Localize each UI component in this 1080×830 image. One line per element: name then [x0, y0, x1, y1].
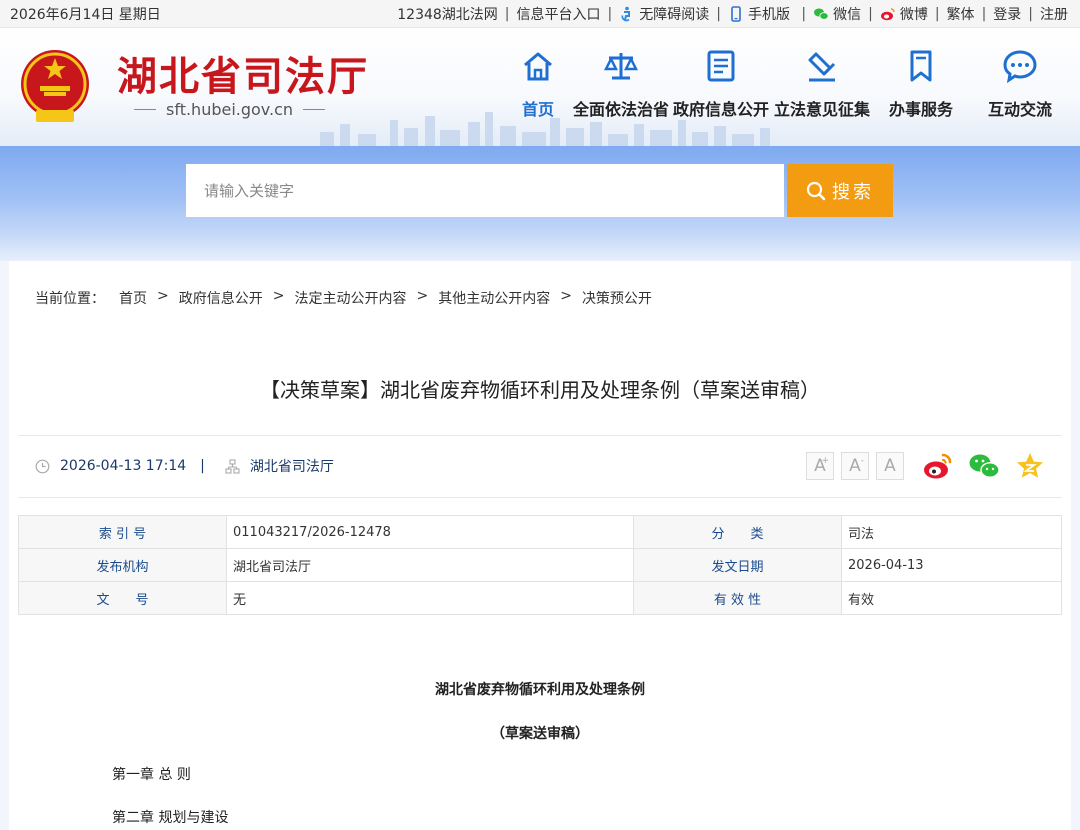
nav-legislation[interactable]: 立法意见征集 [772, 48, 872, 120]
utility-links: 12348湖北法网 | 信息平台入口 | 无障碍阅读 | 手机版 | 微信 | … [397, 4, 1068, 24]
table-row: 文 号 无 有 效 性 有效 [18, 581, 1062, 615]
site-header: 湖北省司法厅 sft.hubei.gov.cn 首页 全面依法治省 政府信息公开… [0, 28, 1080, 146]
current-date: 2026年6月14日 星期日 [10, 6, 161, 23]
home-icon [524, 52, 552, 81]
search-button[interactable]: 搜索 [787, 164, 893, 217]
link-info-platform[interactable]: 信息平台入口 [517, 4, 601, 24]
table-row: 发布机构 湖北省司法厅 发文日期 2026-04-13 [18, 548, 1062, 582]
main-nav: 首页 全面依法治省 政府信息公开 立法意见征集 办事服务 互动交流 [504, 48, 1070, 120]
nav-services[interactable]: 办事服务 [872, 48, 970, 120]
breadcrumb-item[interactable]: 首页 [119, 288, 147, 308]
clock-icon [35, 459, 50, 473]
link-login[interactable]: 登录 [993, 4, 1021, 24]
breadcrumb-label: 当前位置： [35, 291, 105, 307]
scales-icon [603, 53, 639, 80]
document-info-table: 索 引 号 011043217/2026-12478 分 类 司法 发布机构 湖… [18, 515, 1062, 615]
article-source: 湖北省司法厅 [249, 459, 334, 475]
breadcrumb: 当前位置： 首页 > 政府信息公开 > 法定主动公开内容 > 其他主动公开内容 > 决策… [35, 288, 652, 308]
accessibility-icon [621, 6, 631, 21]
search-icon [806, 181, 826, 200]
nav-rule-of-law[interactable]: 全面依法治省 [572, 48, 670, 120]
favorite-star-icon[interactable] [1014, 450, 1046, 482]
content-card: 当前位置： 首页 > 政府信息公开 > 法定主动公开内容 > 其他主动公开内容 > 决策… [9, 261, 1071, 830]
chapter-item: 第一章 总 则 [112, 767, 191, 783]
table-row: 索 引 号 011043217/2026-12478 分 类 司法 [18, 515, 1062, 549]
link-traditional-chinese[interactable]: 繁体 [947, 4, 975, 24]
wechat-icon[interactable] [968, 450, 1000, 482]
search-input[interactable] [186, 164, 784, 217]
document-icon [707, 50, 735, 82]
weibo-icon [880, 7, 895, 20]
breadcrumb-item[interactable]: 其他主动公开内容 [438, 288, 550, 308]
link-register[interactable]: 注册 [1040, 4, 1068, 24]
link-accessibility[interactable]: 无障碍阅读 [619, 4, 709, 24]
bookmark-icon [910, 50, 932, 82]
weibo-icon[interactable] [922, 450, 954, 482]
link-weibo[interactable]: 微博 [880, 4, 928, 24]
divider [18, 435, 1062, 436]
site-title[interactable]: 湖北省司法厅 [117, 44, 369, 102]
chat-icon [1003, 50, 1037, 84]
publish-datetime: 2026-04-13 17:14 [60, 458, 187, 474]
organization-icon [225, 458, 240, 474]
nav-gov-info[interactable]: 政府信息公开 [670, 48, 772, 120]
font-reset-button[interactable]: A [876, 452, 904, 480]
breadcrumb-item[interactable]: 政府信息公开 [179, 288, 263, 308]
breadcrumb-item[interactable]: 法定主动公开内容 [294, 288, 406, 308]
article-title: 【决策草案】湖北省废弃物循环利用及处理条例（草案送审稿） [260, 378, 820, 402]
link-wechat[interactable]: 微信 [813, 4, 861, 24]
site-domain: sft.hubei.gov.cn [134, 100, 326, 119]
link-mobile[interactable]: 手机版 [728, 4, 790, 24]
chapter-item: 第二章 规划与建设 [112, 810, 229, 826]
share-buttons [922, 450, 1046, 482]
wechat-icon [814, 8, 829, 20]
font-decrease-button[interactable]: A- [841, 452, 869, 480]
divider [18, 497, 1062, 498]
body-heading: 湖北省废弃物循环利用及处理条例 [435, 682, 645, 698]
breadcrumb-item[interactable]: 决策预公开 [582, 288, 652, 308]
mobile-icon [731, 5, 741, 22]
top-utility-bar: 2026年6月14日 星期日 12348湖北法网 | 信息平台入口 | 无障碍阅… [0, 0, 1080, 28]
search-band: 搜索 [0, 146, 1080, 261]
gavel-icon [808, 52, 836, 82]
article-meta: 2026-04-13 17:14 | 湖北省司法厅 [35, 456, 334, 476]
font-size-controls: A + A- A [806, 452, 904, 480]
font-increase-button[interactable]: A + [806, 452, 834, 480]
nav-home[interactable]: 首页 [504, 48, 572, 120]
link-12348[interactable]: 12348湖北法网 [397, 4, 498, 24]
national-emblem-logo [21, 50, 89, 122]
nav-interaction[interactable]: 互动交流 [970, 48, 1070, 120]
body-subheading: （草案送审稿） [491, 726, 589, 742]
